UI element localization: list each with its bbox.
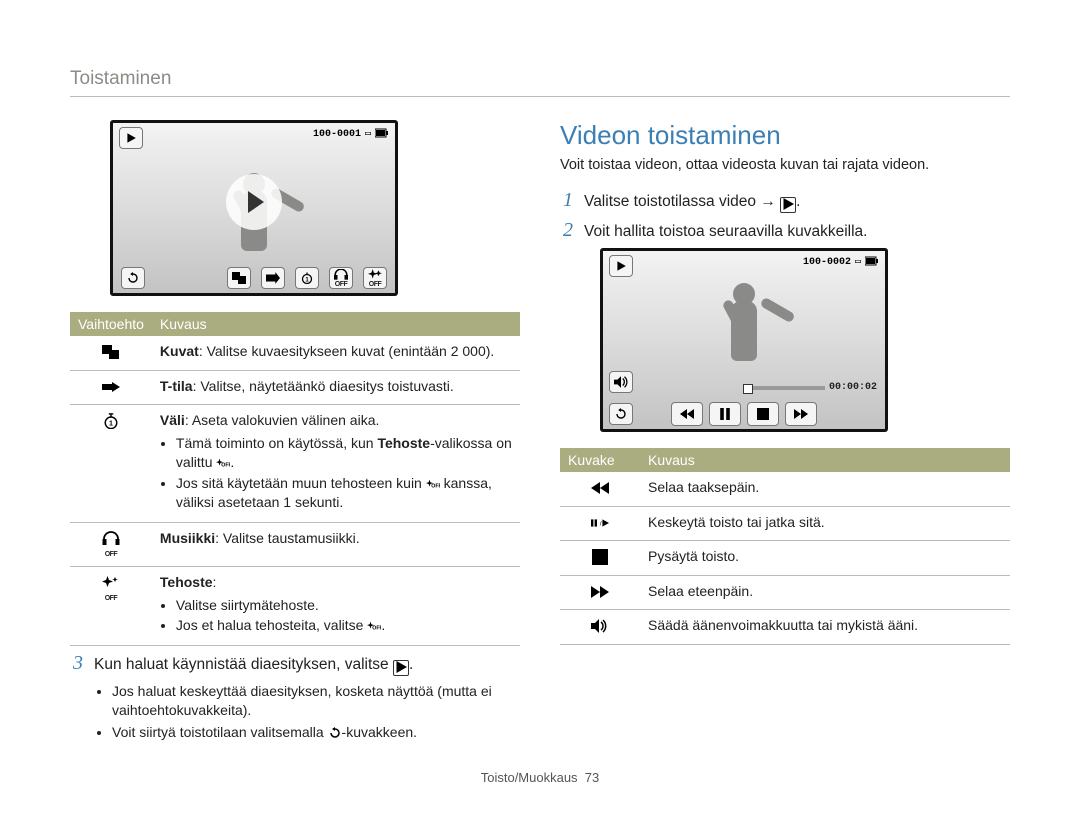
battery-icon: [375, 127, 389, 141]
play-box-icon: [609, 255, 633, 277]
memory-card-icon: ▭: [365, 128, 371, 140]
svg-text:OFF: OFF: [222, 462, 231, 468]
table-row: OFF Musiikki: Valitse taustamusiikki.: [70, 522, 520, 566]
progress-bar: 00:00:02: [743, 382, 877, 393]
two-column-layout: 100-0001 ▭: [70, 120, 1010, 745]
col-header-desc: Kuvaus: [152, 312, 520, 336]
sub-bullets: Valitse siirtymätehoste. Jos et halua te…: [160, 596, 512, 636]
table-row: OFF Tehoste: Valitse siirtymätehoste. Jo…: [70, 566, 520, 646]
page: Toistaminen 100-0001 ▭: [0, 0, 1080, 815]
table-row: Säädä äänenvoimakkuutta tai mykistä ääni…: [560, 610, 1010, 645]
table-row: Kuvat: Valitse kuvaesitykseen kuvat (eni…: [70, 336, 520, 370]
music-off-icon: OFF: [329, 267, 353, 289]
svg-text:1: 1: [109, 420, 113, 428]
step-3: 3 Kun haluat käynnistää diaesityksen, va…: [70, 652, 520, 676]
file-counter: 100-0002: [803, 257, 851, 268]
file-counter: 100-0001: [313, 129, 361, 140]
step-1: 1 Valitse toistotilassa video → .: [560, 189, 1010, 213]
child-silhouette: [723, 283, 765, 373]
timecode: 00:00:02: [829, 382, 877, 393]
col-header-option: Vaihtoehto: [70, 312, 152, 336]
sparkle-off-icon: OFF: [426, 475, 440, 491]
rewind-icon: [671, 402, 703, 426]
play-overlay-icon: [226, 174, 282, 230]
one-pair-icon: [102, 344, 120, 361]
play-button-icon: [393, 660, 409, 676]
music-off-icon: OFF: [78, 531, 144, 560]
page-number: 73: [585, 770, 599, 785]
slideshow-options-table: Vaihtoehto Kuvaus Kuvat: Valitse kuvaesi…: [70, 312, 520, 646]
svg-text:/: /: [600, 520, 602, 527]
svg-text:OFF: OFF: [373, 626, 382, 632]
running-header: Toistaminen: [70, 68, 1010, 97]
video-player-screen: 100-0002 ▭ 00:00:02: [600, 248, 888, 432]
play-box-icon: [119, 127, 143, 149]
step3-bullets: Jos haluat keskeyttää diaesityksen, kosk…: [90, 682, 520, 742]
one-pair-icon: [227, 267, 251, 289]
section-intro: Voit toistaa videon, ottaa videosta kuva…: [560, 157, 1010, 173]
sparkle-off-icon: OFF: [216, 454, 230, 470]
pause-play-icon: /: [591, 515, 609, 532]
back-icon: [121, 267, 145, 289]
pause-icon: [709, 402, 741, 426]
forward-icon: [785, 402, 817, 426]
timer-1-icon: 1: [295, 267, 319, 289]
stop-icon: [591, 549, 609, 566]
col-header-icon: Kuvake: [560, 448, 640, 472]
back-icon: [328, 724, 342, 740]
arrow-right-bold-icon: [261, 267, 285, 289]
play-button-icon: [780, 197, 796, 213]
table-row: T-tila: Valitse, näytetäänkö diaesitys t…: [70, 370, 520, 405]
section-heading: Videon toistaminen: [560, 120, 1010, 151]
memory-card-icon: ▭: [855, 256, 861, 268]
sparkle-off-icon: OFF: [367, 617, 381, 633]
sub-bullets: Tämä toiminto on käytössä, kun Tehoste-v…: [160, 434, 512, 512]
table-row: Selaa taaksepäin.: [560, 472, 1010, 506]
sparkle-off-icon: OFF: [78, 575, 144, 604]
right-column: Videon toistaminen Voit toistaa videon, …: [560, 120, 1010, 745]
left-column: 100-0001 ▭: [70, 120, 520, 745]
svg-text:OFF: OFF: [431, 483, 440, 489]
rewind-icon: [591, 480, 609, 497]
step-2: 2 Voit hallita toistoa seuraavilla kuvak…: [560, 219, 1010, 242]
transport-controls: [603, 399, 885, 429]
sparkle-off-icon: OFF: [363, 267, 387, 289]
speaker-icon: [609, 371, 633, 393]
table-row: 1 Väli: Aseta valokuvien välinen aika. T…: [70, 405, 520, 522]
speaker-icon: [591, 618, 609, 635]
slideshow-screen: 100-0001 ▭: [110, 120, 398, 296]
table-row: Selaa eteenpäin.: [560, 575, 1010, 610]
forward-icon: [591, 584, 609, 601]
timer-1-icon: 1: [102, 413, 120, 430]
stop-icon: [747, 402, 779, 426]
table-row: / Keskeytä toisto tai jatka sitä.: [560, 506, 1010, 541]
video-controls-table: Kuvake Kuvaus Selaa taaksepäin. / Keskey…: [560, 448, 1010, 645]
page-footer: Toisto/Muokkaus 73: [0, 770, 1080, 785]
battery-icon: [865, 255, 879, 269]
table-row: Pysäytä toisto.: [560, 541, 1010, 576]
col-header-desc: Kuvaus: [640, 448, 1010, 472]
arrow-right-bold-icon: [102, 379, 120, 396]
